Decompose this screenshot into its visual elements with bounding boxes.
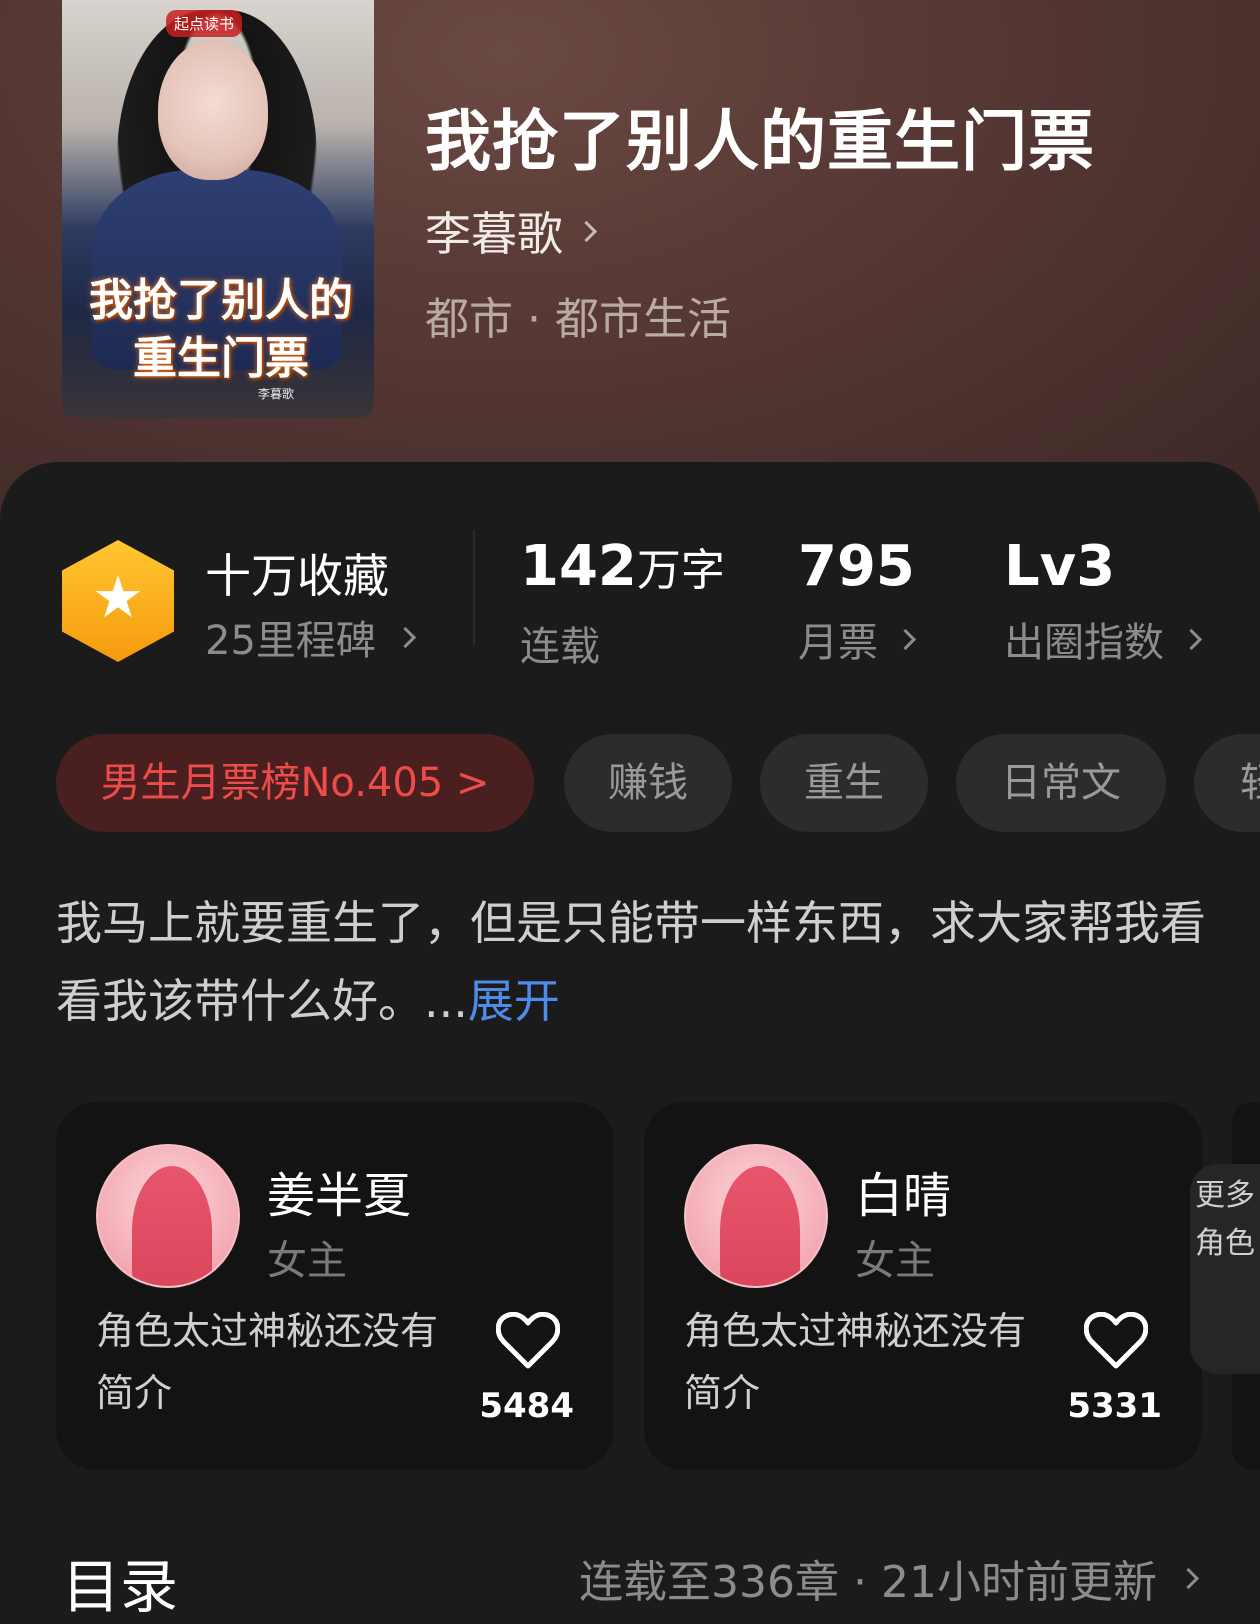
chevron-right-icon xyxy=(1180,628,1203,650)
author-name: 李暮歌 xyxy=(425,207,563,261)
heart-icon[interactable] xyxy=(496,1312,560,1370)
cover-art-face xyxy=(158,40,268,180)
character-description: 角色太过神秘还没有简介 xyxy=(684,1309,1027,1415)
character-description: 角色太过神秘还没有简介 xyxy=(96,1309,439,1415)
tag-chip[interactable]: 轻 xyxy=(1194,734,1260,832)
stats-divider xyxy=(473,530,475,645)
chevron-right-icon xyxy=(894,628,917,650)
character-role: 女主 xyxy=(855,1238,935,1284)
chevron-right-icon xyxy=(394,626,417,648)
female-silhouette-icon xyxy=(720,1166,800,1286)
synopsis-text: 我马上就要重生了，但是只能带一样东西，求大家帮我看看我该带什么好。... xyxy=(56,896,1206,1028)
stat-monthly-ticket[interactable]: 795 月票 xyxy=(798,532,917,668)
author-link[interactable]: 李暮歌 xyxy=(425,198,598,264)
toc-update-info: 连载至336章 · 21小时前更新 xyxy=(579,1557,1157,1608)
character-avatar xyxy=(684,1144,828,1288)
milestone-link[interactable]: 25里程碑 xyxy=(205,608,417,666)
tag-chip[interactable]: 赚钱 xyxy=(564,734,732,832)
star-icon: ★ xyxy=(92,563,144,631)
publisher-logo: 起点读书 xyxy=(166,10,243,37)
character-card[interactable]: 姜半夏 女主 角色太过神秘还没有简介 5484 xyxy=(56,1102,614,1470)
character-name: 白晴 xyxy=(855,1168,952,1224)
cover-title-line1: 我抢了别人的 xyxy=(89,275,353,326)
chevron-right-icon xyxy=(575,220,598,242)
synopsis: 我马上就要重生了，但是只能带一样东西，求大家帮我看看我该带什么好。...展开 xyxy=(56,884,1206,1040)
book-category: 都市 · 都市生活 xyxy=(425,294,731,345)
toc-title: 目录 xyxy=(62,1553,179,1621)
chevron-right-icon xyxy=(1177,1567,1200,1589)
heart-icon[interactable] xyxy=(1084,1312,1148,1370)
like-count: 5331 xyxy=(1067,1386,1162,1426)
popularity-index-label: 出圈指数 xyxy=(1004,620,1164,666)
toc-link[interactable]: 连载至336章 · 21小时前更新 xyxy=(579,1546,1200,1610)
expand-link[interactable]: 展开 xyxy=(468,974,560,1028)
words-unit: 万字 xyxy=(636,545,725,596)
more-roles-button[interactable]: 更多角色 xyxy=(1190,1164,1260,1374)
character-name: 姜半夏 xyxy=(267,1168,412,1224)
book-title: 我抢了别人的重生门票 xyxy=(425,103,1095,180)
collection-title: 十万收藏 xyxy=(205,549,389,603)
stat-popularity-index[interactable]: Lv3 出圈指数 xyxy=(1004,532,1203,668)
milestone-label: 25里程碑 xyxy=(205,618,376,664)
cover-author: 李暮歌 xyxy=(258,387,295,401)
monthly-ticket-number: 795 xyxy=(798,534,915,599)
tag-row: 男生月票榜No.405 > 赚钱 重生 日常文 轻 xyxy=(56,734,1260,832)
character-role: 女主 xyxy=(267,1238,347,1284)
tag-chip[interactable]: 日常文 xyxy=(956,734,1166,832)
popularity-index-number: Lv3 xyxy=(1004,534,1116,599)
tag-chip[interactable]: 重生 xyxy=(760,734,928,832)
words-label: 连载 xyxy=(520,624,600,670)
words-number: 142 xyxy=(520,534,637,599)
monthly-ticket-label: 月票 xyxy=(798,620,878,666)
rank-tag[interactable]: 男生月票榜No.405 > xyxy=(56,734,534,832)
like-count: 5484 xyxy=(479,1386,574,1426)
character-avatar xyxy=(96,1144,240,1288)
stat-words: 142万字 连载 xyxy=(520,532,725,672)
book-cover[interactable]: 起点读书 我抢了别人的 重生门票 李暮歌 xyxy=(62,0,374,418)
female-silhouette-icon xyxy=(132,1166,212,1286)
character-card[interactable]: 白晴 女主 角色太过神秘还没有简介 5331 xyxy=(644,1102,1202,1470)
cover-title: 我抢了别人的 重生门票 xyxy=(76,272,366,388)
cover-title-line2: 重生门票 xyxy=(133,333,309,384)
